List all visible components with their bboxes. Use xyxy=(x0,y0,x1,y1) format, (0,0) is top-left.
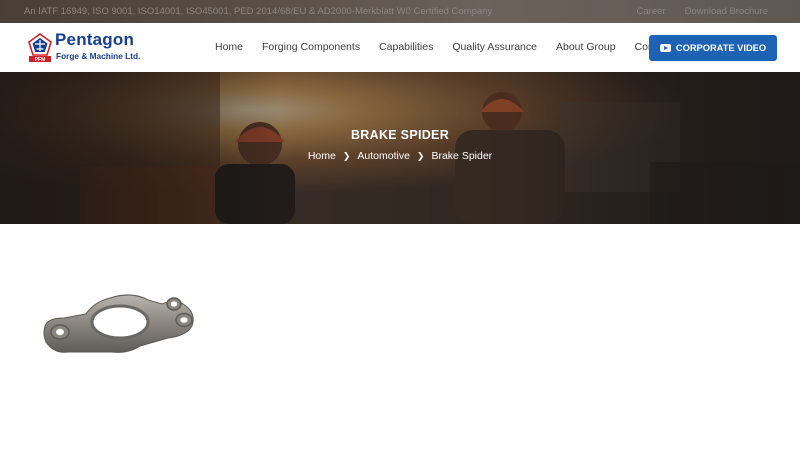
nav-item-home[interactable]: Home xyxy=(215,41,243,53)
site-header: PFM Pentagon Forge & Machine Ltd. Home F… xyxy=(0,23,800,72)
breadcrumb-automotive[interactable]: Automotive xyxy=(357,150,410,162)
certification-text: An IATF 16949, ISO 9001, ISO14001, ISO45… xyxy=(24,6,493,17)
chevron-right-icon: ❯ xyxy=(342,150,351,161)
breadcrumb-current: Brake Spider xyxy=(431,150,493,162)
brake-spider-image xyxy=(43,294,194,353)
corporate-video-label: CORPORATE VIDEO xyxy=(675,43,767,53)
page-title: BRAKE SPIDER xyxy=(350,128,450,142)
breadcrumb: Home ❯ Automotive ❯ Brake Spider xyxy=(0,150,800,162)
chevron-right-icon: ❯ xyxy=(416,150,425,161)
nav-item-forging-components[interactable]: Forging Components xyxy=(262,41,360,53)
breadcrumb-home[interactable]: Home xyxy=(308,150,336,162)
main-nav: Home Forging Components Capabilities Qua… xyxy=(215,41,671,53)
logo-subtitle: Forge & Machine Ltd. xyxy=(56,51,141,61)
nav-item-quality-assurance[interactable]: Quality Assurance xyxy=(452,41,537,53)
pentagon-logo-icon: PFM xyxy=(28,33,52,63)
hero-banner: BRAKE SPIDER Home ❯ Automotive ❯ Brake S… xyxy=(0,72,800,224)
download-brochure-link[interactable]: Download Brochure xyxy=(685,6,768,17)
logo-name: Pentagon xyxy=(55,30,135,49)
career-link[interactable]: Career xyxy=(637,6,666,17)
company-logo[interactable]: PFM Pentagon Forge & Machine Ltd. xyxy=(28,30,140,65)
top-info-bar: An IATF 16949, ISO 9001, ISO14001, ISO45… xyxy=(0,0,800,23)
logo-emblem-text: PFM xyxy=(35,57,46,63)
nav-item-about-group[interactable]: About Group xyxy=(556,41,616,53)
forge-workers-background xyxy=(0,72,800,224)
corporate-video-button[interactable]: CORPORATE VIDEO xyxy=(649,35,777,61)
top-links: Career Download Brochure xyxy=(637,6,768,17)
play-icon xyxy=(659,44,671,52)
nav-item-capabilities[interactable]: Capabilities xyxy=(379,41,433,53)
